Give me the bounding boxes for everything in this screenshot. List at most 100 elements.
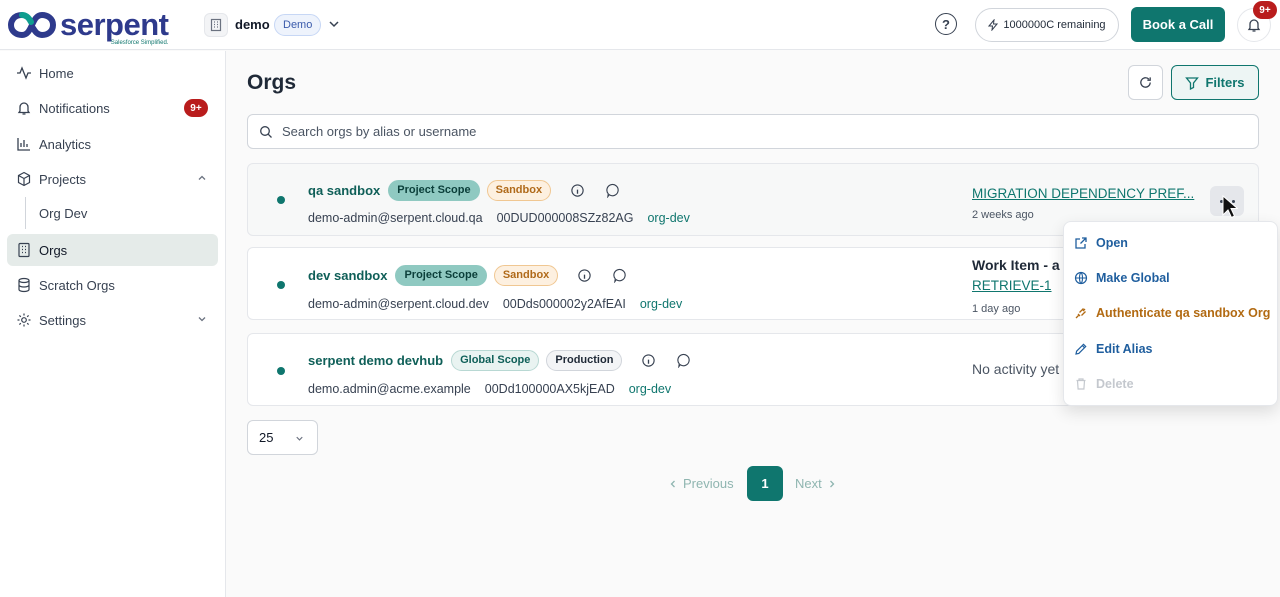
activity-link[interactable]: MIGRATION DEPENDENCY PREF...: [972, 186, 1194, 201]
workspace-icon[interactable]: [204, 13, 228, 37]
refresh-button[interactable]: [1128, 65, 1163, 100]
next-label: Next: [795, 476, 822, 491]
activity-link[interactable]: RETRIEVE-1: [972, 278, 1052, 293]
sidebar-item-settings[interactable]: Settings: [7, 304, 218, 336]
org-project-tag[interactable]: org-dev: [640, 297, 682, 311]
book-call-button[interactable]: Book a Call: [1131, 7, 1225, 42]
status-dot: [277, 281, 285, 289]
org-project-tag[interactable]: org-dev: [647, 211, 689, 225]
sidebar: Home Notifications 9+ Analytics Projects…: [0, 51, 226, 597]
page-size-select[interactable]: 25: [247, 420, 318, 455]
serpent-logo-icon: [8, 11, 56, 39]
menu-item-label: Delete: [1096, 377, 1134, 391]
subnav-divider: [25, 197, 26, 229]
bar-chart-icon: [17, 138, 30, 151]
menu-item-make-global[interactable]: Make Global: [1074, 267, 1170, 289]
org-name[interactable]: dev sandbox: [308, 268, 387, 283]
activity-time: 1 day ago: [972, 303, 1021, 315]
database-icon: [18, 277, 30, 293]
org-id: 00Dd100000AX5kjEAD: [484, 382, 615, 396]
question-icon: ?: [942, 16, 950, 32]
sidebar-item-label: Orgs: [39, 242, 68, 258]
search-icon: [260, 125, 272, 138]
sidebar-item-label: Settings: [39, 312, 86, 328]
menu-item-open[interactable]: Open: [1074, 232, 1128, 254]
brand-logo[interactable]: serpent Salesforce Simplified.: [8, 6, 169, 46]
next-page-button[interactable]: Next: [795, 476, 837, 491]
org-name[interactable]: serpent demo devhub: [308, 353, 443, 368]
help-button[interactable]: ?: [935, 13, 957, 35]
sidebar-item-label: Projects: [39, 171, 86, 187]
sidebar-item-notifications[interactable]: Notifications 9+: [7, 92, 218, 124]
chevron-down-icon: [296, 436, 303, 441]
globe-icon: [1074, 271, 1088, 285]
sidebar-item-label: Scratch Orgs: [39, 277, 115, 293]
org-type-badge: Sandbox: [486, 179, 552, 201]
bell-icon: [1247, 19, 1261, 32]
comment-icon[interactable]: [610, 265, 630, 285]
building-icon: [210, 18, 222, 32]
filter-icon: [1185, 76, 1200, 90]
info-icon[interactable]: [567, 180, 587, 200]
filters-label: Filters: [1205, 75, 1245, 90]
org-id: 00DUD000008SZz82AG: [496, 211, 634, 225]
info-icon[interactable]: [574, 265, 594, 285]
menu-item-label: Authenticate qa sandbox Org: [1096, 306, 1271, 320]
sidebar-item-org-dev[interactable]: Org Dev: [39, 206, 87, 221]
sidebar-item-label: Home: [39, 65, 74, 81]
sidebar-item-analytics[interactable]: Analytics: [7, 128, 218, 160]
org-project-tag[interactable]: org-dev: [629, 382, 671, 396]
menu-item-authenticate[interactable]: Authenticate qa sandbox Org: [1074, 302, 1270, 324]
status-dot: [277, 367, 285, 375]
page-button-current[interactable]: 1: [747, 466, 783, 501]
org-id: 00Dds000002y2AfEAI: [502, 297, 626, 311]
search-input[interactable]: [282, 124, 1182, 139]
menu-item-edit-alias[interactable]: Edit Alias: [1074, 338, 1153, 360]
mouse-cursor-icon: [1222, 195, 1238, 219]
activity-empty-text: No activity yet: [972, 361, 1060, 377]
sidebar-item-projects[interactable]: Projects: [7, 163, 218, 195]
org-username: demo.admin@acme.example: [308, 382, 471, 396]
plug-icon: [1075, 308, 1086, 319]
scope-badge: Project Scope: [395, 264, 487, 286]
filters-button[interactable]: Filters: [1171, 65, 1259, 100]
previous-page-button[interactable]: Previous: [668, 476, 734, 491]
scope-badge: Global Scope: [451, 349, 540, 371]
lightning-icon: [988, 19, 999, 31]
chevron-left-icon: [670, 480, 675, 487]
credits-button[interactable]: 1000000C remaining: [975, 8, 1119, 42]
status-dot: [277, 196, 285, 204]
sidebar-item-home[interactable]: Home: [7, 57, 218, 89]
activity-icon: [17, 66, 31, 80]
cube-icon: [17, 171, 31, 187]
sidebar-item-scratch-orgs[interactable]: Scratch Orgs: [7, 269, 218, 301]
bell-icon: [17, 102, 31, 115]
scope-badge: Project Scope: [388, 179, 480, 201]
notification-count-badge: 9+: [184, 99, 208, 117]
sidebar-item-orgs[interactable]: Orgs: [7, 234, 218, 266]
chevron-down-icon[interactable]: [327, 17, 341, 31]
refresh-icon: [1140, 77, 1151, 88]
workspace-badge: Demo: [274, 14, 322, 36]
org-name[interactable]: qa sandbox: [308, 183, 380, 198]
info-icon[interactable]: [638, 350, 658, 370]
previous-label: Previous: [683, 476, 734, 491]
sidebar-item-label: Analytics: [39, 136, 92, 152]
page-title: Orgs: [247, 71, 297, 94]
org-context-menu: Open Make Global Authenticate qa sandbox…: [1063, 221, 1278, 406]
search-box[interactable]: [247, 114, 1259, 149]
notification-count-badge: 9+: [1253, 1, 1277, 19]
org-type-badge: Production: [546, 349, 623, 371]
sidebar-item-label: Notifications: [39, 100, 110, 116]
comment-icon[interactable]: [674, 350, 694, 370]
building-icon: [18, 242, 30, 258]
page-size-value: 25: [259, 430, 274, 445]
menu-item-delete: Delete: [1074, 373, 1134, 395]
chevron-up-icon: [198, 175, 206, 180]
external-link-icon: [1075, 237, 1087, 249]
workspace-name[interactable]: demo: [235, 17, 270, 32]
menu-item-label: Make Global: [1096, 271, 1170, 285]
comment-icon[interactable]: [603, 180, 623, 200]
pencil-icon: [1075, 343, 1087, 355]
chevron-right-icon: [829, 480, 835, 487]
